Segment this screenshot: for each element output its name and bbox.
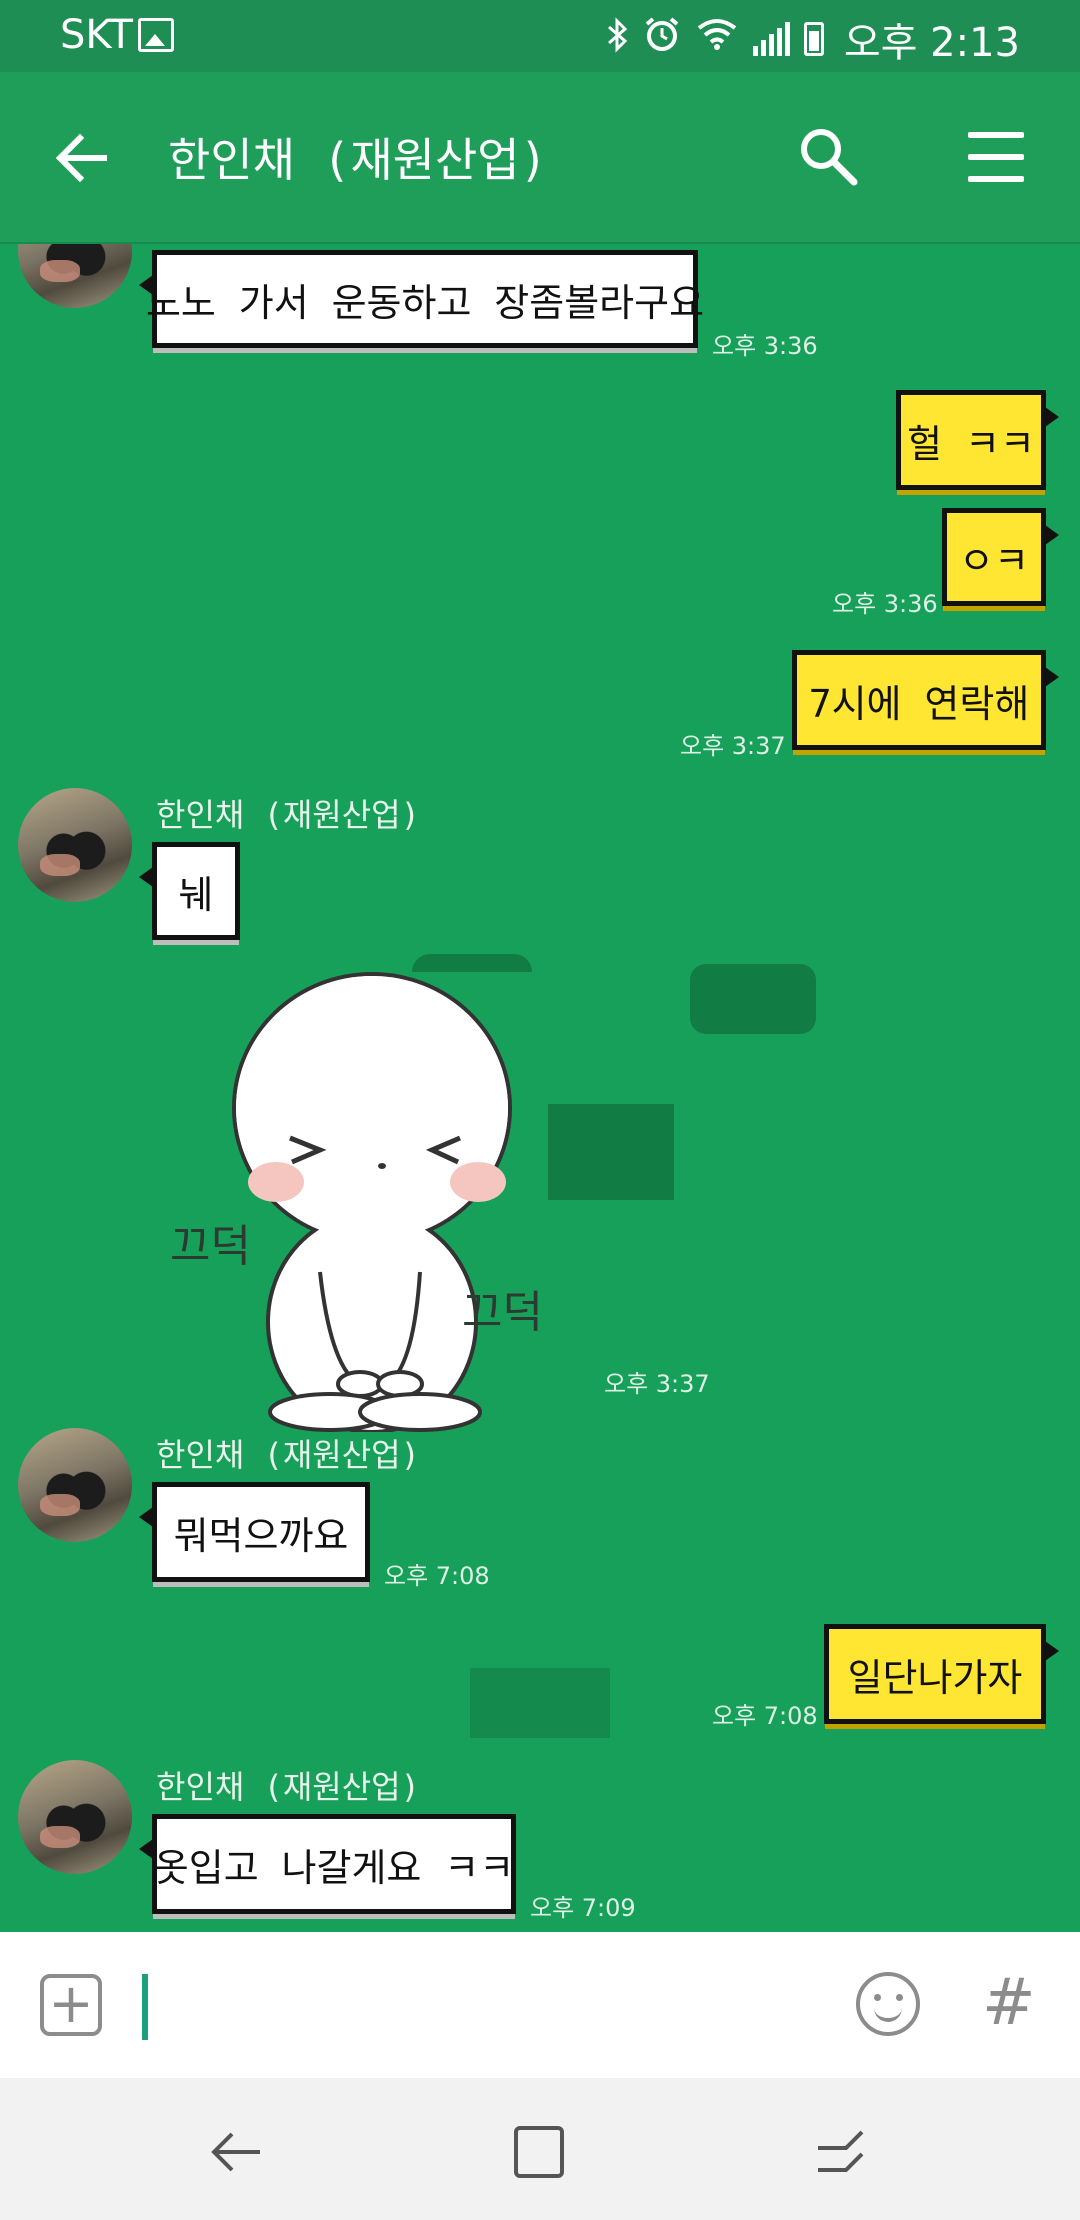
chat-header: 한인채 (재원산업) <box>0 72 1080 244</box>
search-button[interactable] <box>796 124 860 188</box>
sticker-character-icon <box>232 972 512 1434</box>
back-arrow-icon <box>55 133 107 183</box>
search-icon <box>801 129 858 186</box>
message-time: 오후 3:37 <box>604 1370 710 1398</box>
message-text: 뭐먹으까요 <box>173 1513 349 1558</box>
message-bubble-incoming[interactable]: 뭐먹으까요 <box>139 1482 370 1582</box>
sticker-text-left: 끄덕 <box>170 1221 251 1272</box>
status-icons: 오후 2:13 <box>607 10 1020 68</box>
avatar[interactable] <box>18 1760 132 1874</box>
chat-title: 한인채 (재원산업) <box>168 133 548 187</box>
message-time: 오후 7:08 <box>384 1562 490 1590</box>
carrier-label: SKT <box>60 12 133 58</box>
emoji-icon[interactable] <box>856 1972 920 2036</box>
message-text: ㅇㅋ <box>959 538 1029 583</box>
system-nav-bar <box>0 2078 1080 2220</box>
sticker-text-right: 끄덕 <box>462 1287 543 1338</box>
gamepad-bg-icon <box>690 964 816 1034</box>
menu-button[interactable] <box>968 132 1024 182</box>
message-bubble-outgoing[interactable]: 헐 ㅋㅋ <box>896 390 1059 490</box>
plus-icon[interactable]: + <box>40 1974 102 2036</box>
wifi-icon <box>695 16 739 62</box>
sender-name: 한인채 (재원산업) <box>156 796 420 834</box>
message-time: 오후 3:36 <box>832 590 938 618</box>
avatar[interactable] <box>18 788 132 902</box>
message-bubble-incoming[interactable]: 눼 <box>139 842 240 940</box>
message-bubble-outgoing[interactable]: 일단나가자 <box>824 1624 1059 1724</box>
headphones-bg-icon <box>412 954 532 972</box>
menu-icon <box>968 132 1024 138</box>
sender-name: 한인채 (재원산업) <box>156 1436 420 1474</box>
bluetooth-icon <box>607 16 629 62</box>
back-nav-icon <box>211 2132 260 2172</box>
message-text: 헐 ㅋㅋ <box>907 421 1035 466</box>
back-nav-button[interactable] <box>206 2122 266 2182</box>
message-text: 노노 가서 운동하고 장좀볼라구요 <box>145 280 705 325</box>
message-time: 오후 7:08 <box>712 1702 818 1730</box>
home-nav-button[interactable] <box>510 2122 570 2182</box>
battery-icon <box>803 22 824 56</box>
message-text: 옷입고 나갈게요 ㅋㅋ <box>153 1845 515 1890</box>
message-text: 눼 <box>178 872 214 917</box>
message-time: 오후 3:36 <box>712 332 818 360</box>
home-nav-icon <box>514 2126 564 2178</box>
sender-name: 한인채 (재원산업) <box>156 1768 420 1806</box>
message-bubble-incoming[interactable]: 노노 가서 운동하고 장좀볼라구요 <box>139 250 704 348</box>
image-icon <box>138 18 174 52</box>
status-bar: SKT 오후 2:13 <box>0 0 1080 72</box>
hash-icon[interactable]: # <box>982 1966 1036 2040</box>
message-bubble-outgoing[interactable]: ㅇㅋ <box>942 508 1059 606</box>
message-time: 오후 3:37 <box>680 732 786 760</box>
back-button[interactable] <box>52 128 112 188</box>
signal-icon <box>752 22 790 56</box>
message-input-bar: + # <box>0 1932 1080 2078</box>
message-bubble-incoming[interactable]: 옷입고 나갈게요 ㅋㅋ <box>139 1814 516 1914</box>
alarm-icon <box>643 15 681 63</box>
message-text: 일단나가자 <box>847 1655 1023 1700</box>
chat-area[interactable]: 노노 가서 운동하고 장좀볼라구요 오후 3:36 헐 ㅋㅋ ㅇㅋ 오후 3:3… <box>0 244 1080 1932</box>
message-text: 7시에 연락해 <box>808 681 1030 726</box>
clock: 오후 2:13 <box>843 20 1020 66</box>
avatar[interactable] <box>18 244 132 308</box>
scribble-bg-icon <box>470 1668 610 1738</box>
recents-nav-icon <box>818 2130 864 2172</box>
message-bubble-outgoing[interactable]: 7시에 연락해 <box>792 650 1059 750</box>
message-time: 오후 7:09 <box>530 1894 636 1922</box>
avatar[interactable] <box>18 1428 132 1542</box>
message-input[interactable] <box>142 1974 148 2040</box>
recents-nav-button[interactable] <box>812 2122 872 2182</box>
